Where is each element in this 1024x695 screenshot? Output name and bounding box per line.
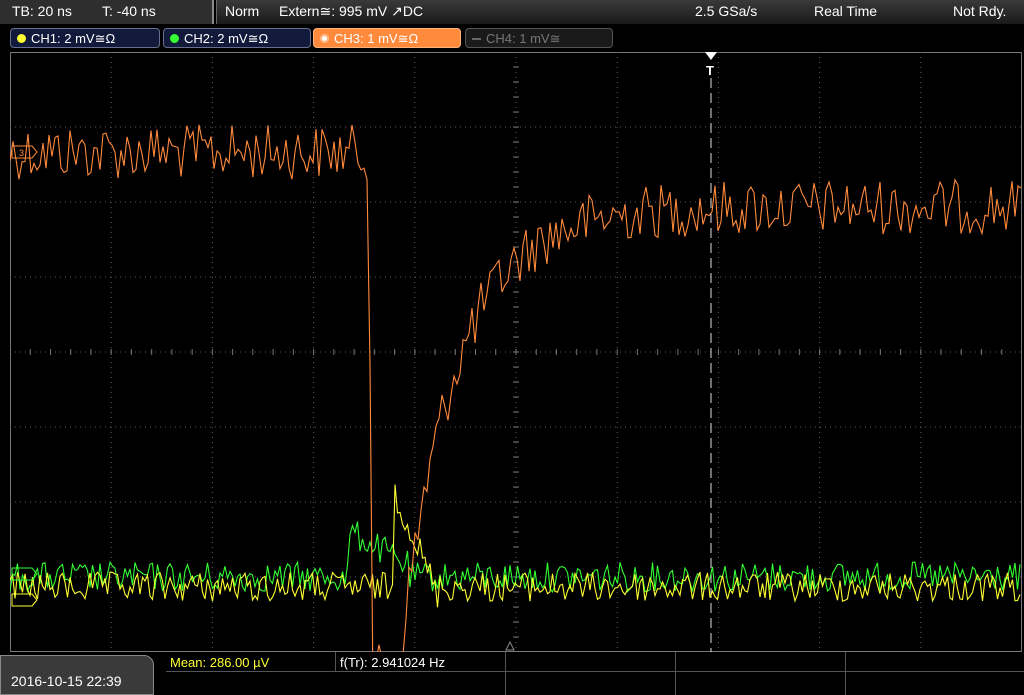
graticule [10, 52, 1022, 652]
measurement-slot-7[interactable] [506, 672, 676, 695]
measurement-slot-8[interactable] [676, 672, 846, 695]
measurement-slot-6[interactable] [336, 672, 506, 695]
ch3-marker-text: 3 [19, 148, 24, 158]
trigger-panel[interactable]: Norm Extern≅: 995 mV ↗DC 2.5 GSa/s Real … [216, 0, 1024, 24]
ch2-indicator-icon [170, 34, 179, 43]
ch4-indicator-icon [472, 38, 481, 40]
waveform-display[interactable]: 3 T [10, 52, 1022, 652]
ch1-label: CH1: 2 mV≅Ω [31, 31, 116, 46]
trigger-marker-label: T [706, 63, 714, 78]
datetime-display: 2016-10-15 22:39 [0, 655, 154, 695]
status-bar: TB: 20 ns T: -40 ns Norm Extern≅: 995 mV… [0, 0, 1024, 24]
horizontal-position-marker[interactable] [505, 640, 515, 651]
trigger-state-label: Not Rdy. [953, 3, 1007, 19]
acquisition-mode-label[interactable]: Real Time [814, 3, 877, 19]
measurement-slot-5[interactable] [846, 652, 1024, 672]
sample-rate-label[interactable]: 2.5 GSa/s [695, 3, 757, 19]
timebase-panel[interactable]: TB: 20 ns T: -40 ns [0, 0, 214, 24]
ch1-waveform [10, 484, 1021, 608]
ch4-label: CH4: 1 mV≅ [486, 31, 561, 46]
trigger-position-marker[interactable]: T [705, 52, 717, 78]
channel-tab-ch4[interactable]: CH4: 1 mV≅ [465, 28, 613, 48]
trigger-time-label[interactable]: T: -40 ns [102, 3, 156, 19]
timebase-label[interactable]: TB: 20 ns [12, 3, 72, 19]
ch2-label: CH2: 2 mV≅Ω [184, 31, 269, 46]
trigger-mode-label[interactable]: Norm [225, 3, 259, 19]
mean-measurement[interactable]: Mean: 286.00 µV [166, 652, 336, 672]
channel-tab-ch2[interactable]: CH2: 2 mV≅Ω [163, 28, 311, 48]
trigger-source-label[interactable]: Extern≅: 995 mV ↗DC [279, 3, 423, 20]
waveform-svg[interactable]: 3 T [10, 52, 1022, 652]
ch3-label: CH3: 1 mV≅Ω [334, 31, 419, 46]
ch1-indicator-icon [17, 34, 26, 43]
channel-tab-ch1[interactable]: CH1: 2 mV≅Ω [10, 28, 160, 48]
channel-tab-ch3[interactable]: CH3: 1 mV≅Ω [313, 28, 461, 48]
measurement-slot-3[interactable] [506, 652, 676, 672]
measurement-slot-4[interactable] [676, 652, 846, 672]
ch3-indicator-icon [320, 34, 329, 43]
frequency-measurement[interactable]: f(Tr): 2.941024 Hz [336, 652, 506, 672]
